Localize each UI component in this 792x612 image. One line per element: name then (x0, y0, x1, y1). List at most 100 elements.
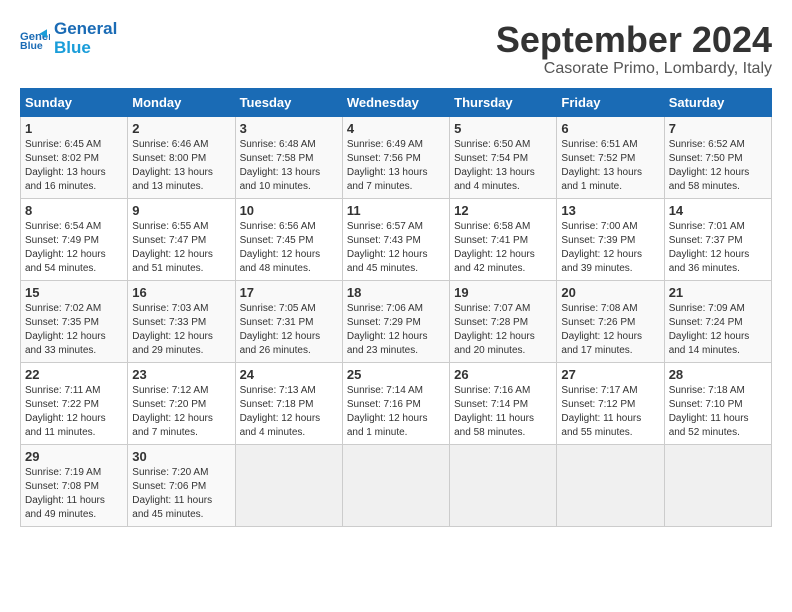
day-number: 21 (669, 285, 767, 300)
day-number: 4 (347, 121, 445, 136)
day-number: 2 (132, 121, 230, 136)
col-header-friday: Friday (557, 88, 664, 116)
day-cell: 2 Sunrise: 6:46 AM Sunset: 8:00 PM Daylig… (128, 116, 235, 198)
day-cell: 12 Sunrise: 6:58 AM Sunset: 7:41 PM Dayli… (450, 198, 557, 280)
day-number: 13 (561, 203, 659, 218)
day-number: 28 (669, 367, 767, 382)
day-cell: 17 Sunrise: 7:05 AM Sunset: 7:31 PM Dayli… (235, 280, 342, 362)
week-row-0: 1 Sunrise: 6:45 AM Sunset: 8:02 PM Daylig… (21, 116, 772, 198)
day-info: Sunrise: 6:50 AM Sunset: 7:54 PM Dayligh… (454, 138, 552, 194)
day-number: 23 (132, 367, 230, 382)
week-row-2: 15 Sunrise: 7:02 AM Sunset: 7:35 PM Dayli… (21, 280, 772, 362)
day-info: Sunrise: 7:00 AM Sunset: 7:39 PM Dayligh… (561, 220, 659, 276)
col-header-saturday: Saturday (664, 88, 771, 116)
day-cell: 23 Sunrise: 7:12 AM Sunset: 7:20 PM Dayli… (128, 362, 235, 444)
day-cell: 18 Sunrise: 7:06 AM Sunset: 7:29 PM Dayli… (342, 280, 449, 362)
day-number: 17 (240, 285, 338, 300)
day-info: Sunrise: 6:51 AM Sunset: 7:52 PM Dayligh… (561, 138, 659, 194)
col-header-wednesday: Wednesday (342, 88, 449, 116)
page-header: General Blue General Blue September 2024… (20, 20, 772, 78)
day-info: Sunrise: 7:14 AM Sunset: 7:16 PM Dayligh… (347, 384, 445, 440)
day-info: Sunrise: 6:55 AM Sunset: 7:47 PM Dayligh… (132, 220, 230, 276)
day-cell: 11 Sunrise: 6:57 AM Sunset: 7:43 PM Dayli… (342, 198, 449, 280)
col-header-thursday: Thursday (450, 88, 557, 116)
svg-text:Blue: Blue (20, 39, 43, 50)
day-cell: 13 Sunrise: 7:00 AM Sunset: 7:39 PM Dayli… (557, 198, 664, 280)
day-number: 26 (454, 367, 552, 382)
day-cell: 6 Sunrise: 6:51 AM Sunset: 7:52 PM Daylig… (557, 116, 664, 198)
day-number: 11 (347, 203, 445, 218)
col-header-sunday: Sunday (21, 88, 128, 116)
day-cell: 5Sunrise: 6:50 AM Sunset: 7:54 PM Daylig… (450, 116, 557, 198)
day-cell: 24 Sunrise: 7:13 AM Sunset: 7:18 PM Dayli… (235, 362, 342, 444)
day-number: 8 (25, 203, 123, 218)
day-info: Sunrise: 6:54 AM Sunset: 7:49 PM Dayligh… (25, 220, 123, 276)
day-info: Sunrise: 7:05 AM Sunset: 7:31 PM Dayligh… (240, 302, 338, 358)
day-info: Sunrise: 6:57 AM Sunset: 7:43 PM Dayligh… (347, 220, 445, 276)
title-block: September 2024 Casorate Primo, Lombardy,… (496, 20, 772, 78)
day-cell (557, 444, 664, 526)
day-number: 24 (240, 367, 338, 382)
week-row-4: 29Sunrise: 7:19 AM Sunset: 7:08 PM Dayli… (21, 444, 772, 526)
day-cell: 28Sunrise: 7:18 AM Sunset: 7:10 PM Dayli… (664, 362, 771, 444)
day-cell: 22Sunrise: 7:11 AM Sunset: 7:22 PM Dayli… (21, 362, 128, 444)
day-info: Sunrise: 7:07 AM Sunset: 7:28 PM Dayligh… (454, 302, 552, 358)
day-cell: 10Sunrise: 6:56 AM Sunset: 7:45 PM Dayli… (235, 198, 342, 280)
logo: General Blue General Blue (20, 20, 117, 57)
day-info: Sunrise: 7:09 AM Sunset: 7:24 PM Dayligh… (669, 302, 767, 358)
day-cell: 7 Sunrise: 6:52 AM Sunset: 7:50 PM Daylig… (664, 116, 771, 198)
week-row-1: 8 Sunrise: 6:54 AM Sunset: 7:49 PM Daylig… (21, 198, 772, 280)
day-info: Sunrise: 7:02 AM Sunset: 7:35 PM Dayligh… (25, 302, 123, 358)
day-cell: 14 Sunrise: 7:01 AM Sunset: 7:37 PM Dayli… (664, 198, 771, 280)
day-cell (235, 444, 342, 526)
calendar-table: SundayMondayTuesdayWednesdayThursdayFrid… (20, 88, 772, 527)
day-cell: 8 Sunrise: 6:54 AM Sunset: 7:49 PM Daylig… (21, 198, 128, 280)
day-number: 20 (561, 285, 659, 300)
day-info: Sunrise: 7:01 AM Sunset: 7:37 PM Dayligh… (669, 220, 767, 276)
day-number: 1 (25, 121, 123, 136)
day-number: 7 (669, 121, 767, 136)
logo-line2: Blue (54, 39, 117, 58)
day-info: Sunrise: 7:16 AM Sunset: 7:14 PM Dayligh… (454, 384, 552, 440)
day-info: Sunrise: 7:06 AM Sunset: 7:29 PM Dayligh… (347, 302, 445, 358)
day-number: 15 (25, 285, 123, 300)
calendar-header-row: SundayMondayTuesdayWednesdayThursdayFrid… (21, 88, 772, 116)
day-number: 25 (347, 367, 445, 382)
day-number: 6 (561, 121, 659, 136)
day-cell: 15 Sunrise: 7:02 AM Sunset: 7:35 PM Dayli… (21, 280, 128, 362)
day-cell: 30 Sunrise: 7:20 AM Sunset: 7:06 PM Dayli… (128, 444, 235, 526)
logo-icon: General Blue (20, 27, 50, 51)
day-cell: 1 Sunrise: 6:45 AM Sunset: 8:02 PM Daylig… (21, 116, 128, 198)
day-info: Sunrise: 7:12 AM Sunset: 7:20 PM Dayligh… (132, 384, 230, 440)
day-number: 29 (25, 449, 123, 464)
day-info: Sunrise: 6:49 AM Sunset: 7:56 PM Dayligh… (347, 138, 445, 194)
day-info: Sunrise: 7:20 AM Sunset: 7:06 PM Dayligh… (132, 466, 230, 522)
day-info: Sunrise: 6:58 AM Sunset: 7:41 PM Dayligh… (454, 220, 552, 276)
day-info: Sunrise: 7:13 AM Sunset: 7:18 PM Dayligh… (240, 384, 338, 440)
day-number: 9 (132, 203, 230, 218)
day-cell: 4 Sunrise: 6:49 AM Sunset: 7:56 PM Daylig… (342, 116, 449, 198)
day-number: 16 (132, 285, 230, 300)
day-cell (342, 444, 449, 526)
day-cell: 9 Sunrise: 6:55 AM Sunset: 7:47 PM Daylig… (128, 198, 235, 280)
day-info: Sunrise: 6:48 AM Sunset: 7:58 PM Dayligh… (240, 138, 338, 194)
day-number: 18 (347, 285, 445, 300)
day-cell: 16Sunrise: 7:03 AM Sunset: 7:33 PM Dayli… (128, 280, 235, 362)
day-number: 14 (669, 203, 767, 218)
day-info: Sunrise: 6:46 AM Sunset: 8:00 PM Dayligh… (132, 138, 230, 194)
calendar-subtitle: Casorate Primo, Lombardy, Italy (496, 60, 772, 78)
day-info: Sunrise: 7:08 AM Sunset: 7:26 PM Dayligh… (561, 302, 659, 358)
calendar-title: September 2024 (496, 20, 772, 60)
day-info: Sunrise: 7:11 AM Sunset: 7:22 PM Dayligh… (25, 384, 123, 440)
day-cell (450, 444, 557, 526)
day-number: 30 (132, 449, 230, 464)
day-cell: 25 Sunrise: 7:14 AM Sunset: 7:16 PM Dayli… (342, 362, 449, 444)
day-number: 12 (454, 203, 552, 218)
day-info: Sunrise: 6:52 AM Sunset: 7:50 PM Dayligh… (669, 138, 767, 194)
day-cell: 20 Sunrise: 7:08 AM Sunset: 7:26 PM Dayli… (557, 280, 664, 362)
day-info: Sunrise: 6:45 AM Sunset: 8:02 PM Dayligh… (25, 138, 123, 194)
col-header-tuesday: Tuesday (235, 88, 342, 116)
day-cell: 3Sunrise: 6:48 AM Sunset: 7:58 PM Daylig… (235, 116, 342, 198)
day-number: 27 (561, 367, 659, 382)
day-cell: 21 Sunrise: 7:09 AM Sunset: 7:24 PM Dayli… (664, 280, 771, 362)
